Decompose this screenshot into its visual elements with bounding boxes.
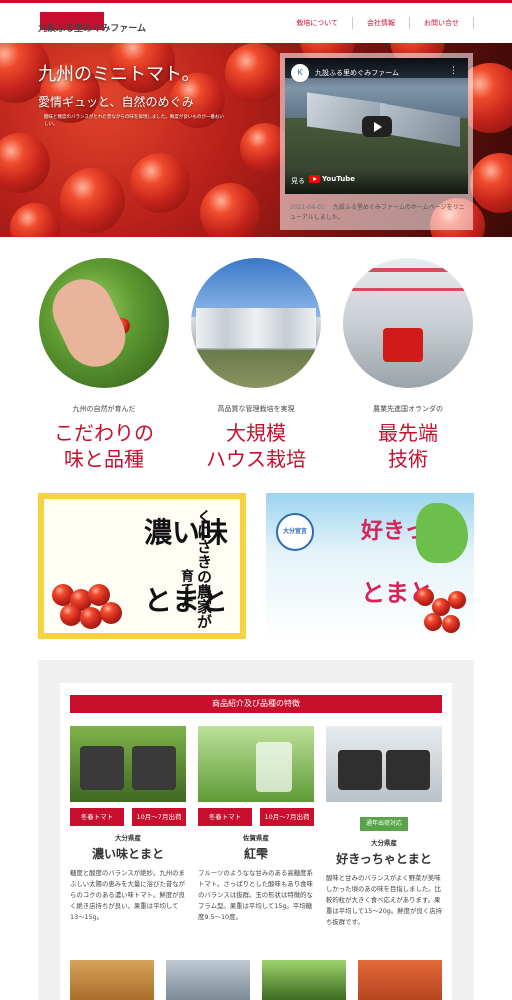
tomato-pack-shape [386, 750, 430, 790]
banner-inner: くにさきの農家が 育てた 濃い味 とまと [44, 499, 240, 633]
feature-heading-line2: 味と品種 [64, 447, 144, 471]
product-shipping-tag: 10月～7月出荷 [132, 808, 186, 826]
photo-thumbnail [166, 960, 250, 1000]
tomato-decor [442, 615, 460, 633]
feature-photo-machine [343, 258, 473, 388]
channel-avatar-icon[interactable]: K [291, 64, 309, 82]
feature-heading-line1: 大規模 [226, 421, 286, 445]
product-description: 糖度と酸度のバランスが絶妙。九州のまぶしい太陽の恵みを大量に浴びた昔ながらのコク… [70, 869, 186, 921]
tomato-decor [100, 602, 122, 624]
product-photo [198, 726, 314, 802]
watch-on-label[interactable]: 見る [291, 176, 305, 186]
tomato-decor [424, 613, 442, 631]
hero-description: 酸味と糖度のバランスがとれた昔ながらの味を再現しました。鮮度が良いものが一番おい… [44, 115, 224, 127]
youtube-video-player[interactable]: K 九設ふる里めぐみファーム ⋮ 見る YouTube [285, 58, 468, 194]
hero-title: 九州のミニトマト。 [38, 64, 200, 85]
play-button-icon[interactable] [362, 116, 392, 137]
feature-taste: 九州の自然が育んだ こだわりの 味と品種 [38, 258, 170, 472]
product-season-tag: 冬春トマト [70, 808, 124, 826]
youtube-logo[interactable]: YouTube [309, 175, 355, 183]
hero-subtitle: 愛情ギュッと、自然のめぐみ [38, 95, 194, 109]
banner-big1: 濃い味 [144, 516, 229, 549]
product-sukiccha: 通年出荷対応 大分県産 好きっちゃとまと 酸味と甘みのバランスがよく野菜が美味し… [326, 726, 442, 928]
tomato-decor [200, 183, 260, 237]
main-nav: 栽培について 会社情報 お問い合せ [282, 17, 474, 29]
video-title[interactable]: 九設ふる里めぐみファーム [315, 68, 399, 78]
banner-big2: とまと [144, 584, 229, 617]
products-heading: 商品紹介及び品種の特徴 [70, 695, 442, 713]
pipe-shape [343, 268, 473, 272]
tomato-decor [60, 604, 82, 626]
nav-item-company[interactable]: 会社情報 [352, 17, 409, 29]
feature-heading-line2: 技術 [388, 447, 428, 471]
product-season-tag: 冬春トマト [198, 808, 252, 826]
product-photo [326, 726, 442, 802]
tomato-pack-shape [132, 746, 176, 790]
tomato-decor [60, 168, 125, 233]
product-name: 紅雫 [243, 847, 268, 861]
feature-photo-tomato-hand [39, 258, 169, 388]
feature-caption: 九州の自然が育んだ [72, 405, 136, 413]
tomato-decor [470, 153, 512, 213]
tomato-decor [448, 591, 466, 609]
tomato-decor [225, 43, 285, 103]
product-region: 佐賀県産 [243, 834, 269, 842]
nav-item-cultivation[interactable]: 栽培について [282, 17, 352, 29]
banner-sukiccha-tomato[interactable]: 大分宣言 好きっちゃ とまと [266, 493, 474, 639]
tomato-pack-shape [256, 742, 292, 792]
hand-shape [42, 269, 136, 377]
youtube-wordmark: YouTube [322, 175, 355, 183]
tomato-pack-shape [338, 750, 382, 790]
product-benishizuku: 冬春トマト 10月～7月出荷 佐賀県産 紅雫 フルーツのようなな甘みのある高糖度… [198, 726, 314, 923]
product-shipping-tag: 10月～7月出荷 [260, 808, 314, 826]
nav-item-contact[interactable]: お問い合せ [409, 17, 474, 29]
feature-heading-line1: 最先端 [378, 421, 438, 445]
banner-koiaji-tomato[interactable]: くにさきの農家が 育てた 濃い味 とまと [38, 493, 246, 639]
news-date: 2021-04-01 [290, 204, 325, 211]
site-header: 農家ギュッと、地球におだやかに 九設ふる里めぐみファーム 栽培について 会社情報… [0, 3, 512, 43]
news-item[interactable]: 2021-04-01 九設ふる里めぐみファームのホームページをリニューアルしました… [290, 203, 465, 223]
logo-name: 九設ふる里めぐみファーム [38, 24, 147, 34]
feature-caption: 農業先進国オランダの [373, 405, 443, 413]
photo-thumbnail [358, 960, 442, 1000]
tomato-pack-shape [80, 746, 124, 790]
product-description: フルーツのようなな甘みのある高糖度系トマト。さっぱりとした酸味もあり食味のバラン… [198, 869, 313, 921]
tomato-decor [416, 588, 434, 606]
feature-heading-line1: こだわりの [54, 421, 154, 445]
photo-thumbnail [262, 960, 346, 1000]
greenhouse-shape [196, 308, 316, 348]
photo-thumbnail [70, 960, 154, 1000]
pipe-shape [343, 288, 473, 291]
product-region: 大分県産 [371, 839, 397, 847]
tomato-decor [0, 133, 50, 193]
product-season-tag: 通年出荷対応 [359, 817, 408, 831]
machine-shape [383, 328, 423, 362]
product-region: 大分県産 [115, 834, 141, 842]
feature-technology: 農業先進国オランダの 最先端 技術 [342, 258, 474, 472]
kyushu-map-shape [416, 503, 468, 563]
youtube-play-icon [309, 175, 320, 183]
feature-photo-greenhouse [191, 258, 321, 388]
tomato-decor [130, 153, 190, 213]
product-koiaji: 冬春トマト 10月～7月出荷 大分県産 濃い味とまと 糖度と酸度のバランスが絶妙… [70, 726, 186, 923]
feature-caption: 高品質な管理栽培を実現 [217, 405, 295, 413]
product-name: 濃い味とまと [91, 847, 164, 861]
oita-badge: 大分宣言 [276, 513, 314, 551]
feature-greenhouse: 高品質な管理栽培を実現 大規模 ハウス栽培 [190, 258, 322, 472]
product-name: 好きっちゃとまと [336, 852, 432, 866]
tomato-decor [10, 203, 60, 237]
feature-heading-line2: ハウス栽培 [206, 447, 306, 471]
more-options-icon[interactable]: ⋮ [449, 66, 458, 76]
product-description: 酸味と甘みのバランスがよく野菜が美味しかった頃のあの味を目指しました。比較的粒が… [326, 874, 442, 926]
tomato-decor [80, 607, 102, 629]
site-logo[interactable]: 農家ギュッと、地球におだやかに 九設ふる里めぐみファーム [38, 12, 146, 38]
product-photo [70, 726, 186, 802]
